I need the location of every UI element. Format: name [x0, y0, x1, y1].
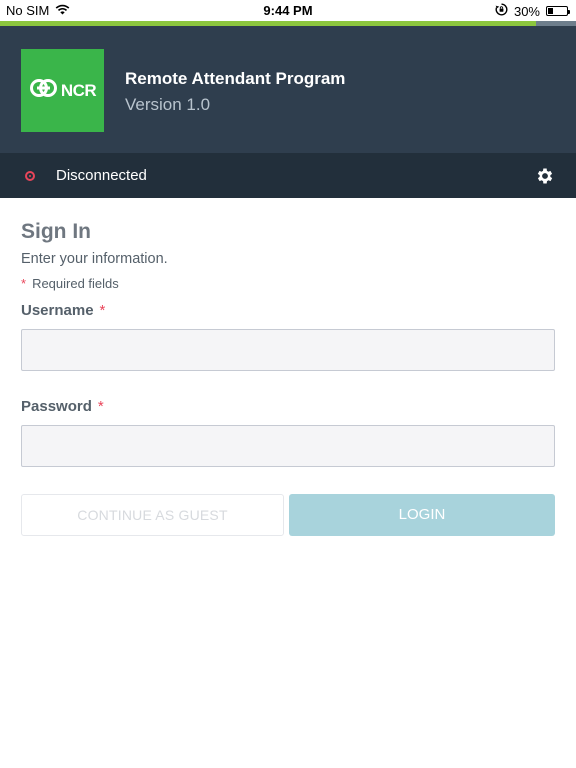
username-input[interactable] — [21, 329, 555, 371]
status-right: 30% — [495, 3, 570, 19]
password-required-asterisk: * — [97, 398, 104, 415]
continue-as-guest-button[interactable]: CONTINUE AS GUEST — [21, 494, 284, 536]
disconnected-status-icon — [25, 171, 35, 181]
battery-percent: 30% — [513, 3, 540, 19]
logo-text: NCR — [60, 80, 97, 100]
username-required-asterisk: * — [99, 302, 106, 319]
password-label: Password * — [21, 398, 104, 415]
username-label: Username * — [21, 302, 105, 319]
ncr-logo-mark-icon — [29, 77, 59, 104]
password-input[interactable] — [21, 425, 555, 467]
sign-in-subtitle: Enter your information. — [21, 251, 168, 267]
settings-button[interactable] — [535, 166, 555, 186]
connection-bar: Disconnected — [0, 153, 576, 198]
password-label-text: Password — [21, 398, 92, 415]
app-header: NCR Remote Attendant Program Version 1.0 — [0, 26, 576, 153]
battery-level-fill — [548, 8, 554, 14]
ncr-logo: NCR — [21, 49, 104, 132]
sign-in-title: Sign In — [21, 220, 91, 243]
required-fields-text: Required fields — [32, 276, 119, 291]
rotation-lock-icon — [495, 3, 508, 19]
required-asterisk: * — [21, 276, 27, 291]
required-fields-note: * Required fields — [21, 276, 119, 291]
app-title: Remote Attendant Program — [125, 69, 346, 88]
battery-icon — [546, 6, 570, 16]
gear-icon — [537, 168, 553, 184]
status-time: 9:44 PM — [263, 3, 313, 18]
username-label-text: Username — [21, 302, 94, 319]
app-version: Version 1.0 — [125, 95, 211, 114]
battery-cap — [568, 10, 570, 14]
login-button[interactable]: LOGIN — [289, 494, 555, 536]
connection-status: Disconnected — [56, 167, 147, 184]
status-bar: No SIM 9:44 PM 30% — [0, 0, 576, 21]
logo-inner: NCR — [29, 77, 97, 104]
